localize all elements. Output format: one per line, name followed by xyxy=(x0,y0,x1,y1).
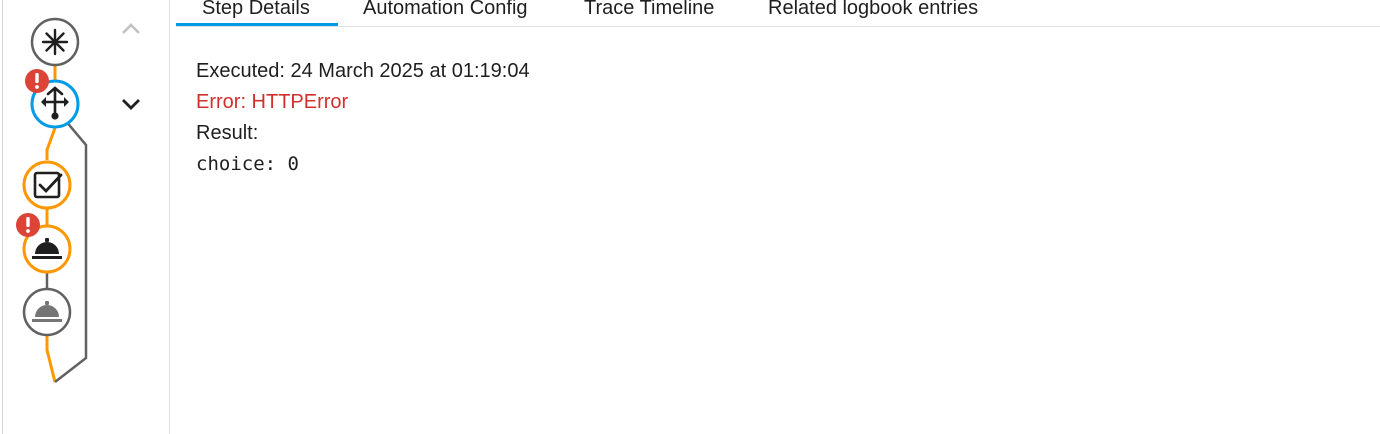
result-label: Result: xyxy=(196,122,259,144)
trace-graph xyxy=(16,17,88,383)
error-message: Error: HTTPError xyxy=(196,91,349,113)
asterisk-icon xyxy=(41,28,69,56)
error-badge xyxy=(25,69,49,93)
step-details-panel: Executed: 24 March 2025 at 01:19:04 Erro… xyxy=(196,56,530,180)
chevron-down-icon xyxy=(122,99,140,110)
tab-bar: Step Details Automation Config Trace Tim… xyxy=(176,0,1380,27)
trace-page: Step Details Automation Config Trace Tim… xyxy=(0,0,1380,434)
graph-node-trigger[interactable] xyxy=(30,17,80,67)
result-value: choice: 0 xyxy=(196,153,299,175)
graph-connector xyxy=(45,336,57,383)
graph-node-condition[interactable] xyxy=(22,160,72,210)
tab-trace-timeline[interactable]: Trace Timeline xyxy=(584,0,714,21)
active-tab-indicator xyxy=(176,23,338,26)
tab-step-details[interactable]: Step Details xyxy=(202,0,310,21)
graph-connector xyxy=(45,127,57,160)
next-step-button[interactable] xyxy=(117,90,145,118)
sidebar-divider xyxy=(169,0,170,434)
tab-automation-config[interactable]: Automation Config xyxy=(363,0,528,21)
executed-timestamp: Executed: 24 March 2025 at 01:19:04 xyxy=(196,60,530,82)
tab-related-logbook-entries[interactable]: Related logbook entries xyxy=(768,0,978,21)
error-badge xyxy=(16,213,40,237)
chevron-up-icon xyxy=(122,23,140,34)
previous-step-button[interactable] xyxy=(117,15,145,43)
graph-node-action-skipped[interactable] xyxy=(22,287,72,337)
